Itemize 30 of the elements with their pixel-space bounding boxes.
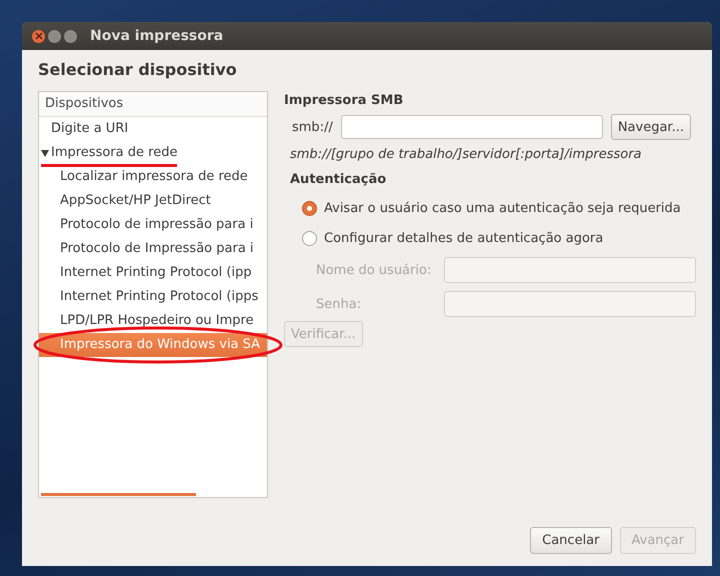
page-heading: Selecionar dispositivo xyxy=(38,60,238,79)
radio-label: Avisar o usuário caso uma autenticação seja requerida xyxy=(324,200,681,216)
hint-text: smb://[grupo de trabalho/]servidor[:porta]/impressora xyxy=(289,147,643,162)
section-title: Autenticação xyxy=(290,172,388,187)
device-item[interactable]: Internet Printing Protocol (ipp xyxy=(39,261,267,285)
section-title: Impressora SMB xyxy=(284,93,404,108)
scrollbar[interactable] xyxy=(41,493,196,496)
device-item[interactable]: Internet Printing Protocol (ipps xyxy=(39,285,267,309)
field-label: Senha: xyxy=(316,296,362,312)
dialog-button[interactable]: Cancelar xyxy=(530,527,612,554)
field-label: smb:// xyxy=(292,120,333,134)
browse-button[interactable]: Navegar... xyxy=(610,114,691,140)
device-item[interactable]: Digite a URI xyxy=(39,117,267,141)
window-title: Nova impressora xyxy=(90,28,224,44)
radio-button[interactable] xyxy=(302,230,317,246)
radio-button[interactable] xyxy=(302,200,317,216)
device-item[interactable]: Impressora de rede xyxy=(39,141,267,165)
device-item[interactable]: Protocolo de Impressão para i xyxy=(39,237,267,261)
radio-label: Configurar detalhes de autenticação agora xyxy=(324,230,604,246)
close-icon[interactable] xyxy=(32,30,45,42)
expander-icon[interactable] xyxy=(41,150,50,156)
maximize-icon[interactable] xyxy=(64,30,77,42)
device-item[interactable]: AppSocket/HP JetDirect xyxy=(39,189,267,213)
field-label: Nome do usuário: xyxy=(316,262,432,278)
device-item[interactable]: Localizar impressora de rede xyxy=(39,165,267,189)
column-header[interactable]: Dispositivos xyxy=(39,92,267,117)
device-item[interactable]: Protocolo de impressão para i xyxy=(39,213,267,237)
device-item[interactable]: LPD/LPR Hospedeiro ou Impre xyxy=(39,309,267,333)
smb-field[interactable] xyxy=(340,115,603,139)
minimize-icon[interactable] xyxy=(48,30,61,42)
